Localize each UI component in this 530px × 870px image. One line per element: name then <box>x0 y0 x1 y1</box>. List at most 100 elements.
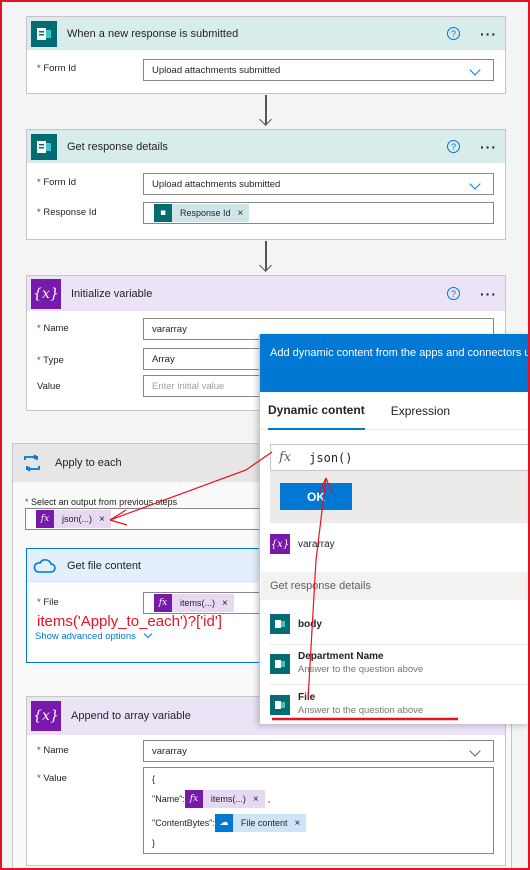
help-circle-icon[interactable]: ? <box>447 140 460 153</box>
show-advanced-link[interactable]: Show advanced options <box>35 629 152 642</box>
variable-type-value: Array <box>152 353 175 365</box>
value-placeholder: Enter initial value <box>152 380 225 392</box>
close-icon[interactable]: × <box>294 818 300 829</box>
close-icon[interactable]: × <box>253 794 259 805</box>
content-key: "ContentBytes": <box>152 818 215 828</box>
fx-icon: fx <box>184 790 203 808</box>
divider <box>270 684 530 685</box>
item-name: body <box>298 618 322 630</box>
arrow-down-icon <box>259 113 272 126</box>
form-id-dropdown[interactable]: Upload attachments submitted <box>143 59 494 81</box>
trigger-card: When a new response is submitted ? ··· *… <box>26 16 506 94</box>
forms-icon <box>31 133 57 160</box>
tab-expression[interactable]: Expression <box>391 392 450 430</box>
form-id-value: Upload attachments submitted <box>152 178 281 190</box>
forms-icon <box>270 614 290 634</box>
item-name: File <box>298 692 316 703</box>
value-label: * Value <box>37 773 67 784</box>
response-id-token[interactable]: ▪ Response Id × <box>154 204 250 222</box>
expression-input[interactable]: fx json() <box>270 444 530 471</box>
dynamic-content-panel: Add dynamic content from the apps and co… <box>259 334 530 724</box>
item-desc: Answer to the question above <box>298 705 424 716</box>
name-label: * Name <box>37 745 69 756</box>
content-line: "ContentBytes": ☁ File content × <box>152 814 485 832</box>
more-dots-icon[interactable]: ··· <box>480 286 497 302</box>
token-label: json(...) <box>62 514 93 524</box>
variable-icon: {x} <box>31 278 61 309</box>
expression-actions: OK <box>270 471 530 523</box>
item-desc: Answer to the question above <box>298 664 424 675</box>
items-token[interactable]: fx items(...) × <box>154 594 234 612</box>
form-id-value: Upload attachments submitted <box>152 64 281 76</box>
get-file-content-title: Get file content <box>67 560 141 572</box>
items-token[interactable]: fx items(...) × <box>184 790 265 808</box>
more-dots-icon[interactable]: ··· <box>480 26 497 42</box>
close-icon[interactable]: × <box>222 598 228 609</box>
trigger-title: When a new response is submitted <box>67 27 239 40</box>
trigger-header[interactable]: When a new response is submitted ? ··· <box>27 17 505 50</box>
file-label: * File <box>37 597 59 608</box>
divider <box>270 644 530 645</box>
onedrive-icon: ☁ <box>214 814 233 832</box>
form-id-label: * Form Id <box>37 177 77 188</box>
json-token[interactable]: fx json(...) × <box>36 510 111 528</box>
form-id-label: * Form Id <box>37 63 77 74</box>
panel-header: Add dynamic content from the apps and co… <box>260 334 530 392</box>
response-id-field[interactable]: ▪ Response Id × <box>143 202 494 224</box>
append-value-editor[interactable]: { "Name": fx items(...) × , "ContentByte… <box>143 767 494 854</box>
fx-icon: fx <box>154 594 172 612</box>
chevron-down-icon <box>469 178 481 190</box>
help-circle-icon[interactable]: ? <box>447 287 460 300</box>
dynamic-item-vararray[interactable]: {x} vararray <box>270 534 530 554</box>
tab-dynamic-content[interactable]: Dynamic content <box>268 392 365 430</box>
dynamic-item-body[interactable]: body <box>270 614 530 634</box>
token-label: items(...) <box>180 598 215 608</box>
name-key: "Name": <box>152 794 185 804</box>
brace-open: { <box>152 774 156 784</box>
dynamic-item-file[interactable]: File Answer to the question above <box>270 692 530 716</box>
section-get-response-details: Get response details <box>261 572 530 600</box>
panel-tabs: Dynamic content Expression <box>260 392 530 430</box>
forms-icon <box>270 654 290 674</box>
help-circle-icon[interactable]: ? <box>447 27 460 40</box>
get-details-card: Get response details ? ··· * Form Id Upl… <box>26 129 506 240</box>
get-details-header[interactable]: Get response details ? ··· <box>27 130 505 163</box>
brace-close: } <box>152 838 156 848</box>
form-id-dropdown[interactable]: Upload attachments submitted <box>143 173 494 195</box>
variable-icon: {x} <box>270 534 290 554</box>
chevron-down-icon <box>143 629 152 639</box>
value-label: Value <box>37 381 61 392</box>
select-output-field[interactable]: fx json(...) × <box>25 508 275 530</box>
file-content-token[interactable]: ☁ File content × <box>214 814 307 832</box>
more-dots-icon[interactable]: ··· <box>480 139 497 155</box>
type-label: * Type <box>37 355 64 366</box>
chevron-down-icon <box>469 64 481 76</box>
annotation-expression-text: items('Apply_to_each')?['id'] <box>37 613 222 630</box>
comma: , <box>267 794 271 804</box>
ok-button[interactable]: OK <box>280 483 352 510</box>
expression-value: json() <box>309 450 353 465</box>
chevron-down-icon <box>469 745 481 757</box>
item-name: vararray <box>298 538 335 550</box>
name-label: * Name <box>37 323 69 334</box>
loop-icon <box>19 450 45 476</box>
get-file-content-header[interactable]: Get file content <box>27 549 275 583</box>
variable-icon: {x} <box>31 701 61 731</box>
init-variable-header[interactable]: {x} Initialize variable ? ··· <box>27 276 505 311</box>
forms-icon: ▪ <box>154 204 172 222</box>
init-variable-title: Initialize variable <box>71 287 153 300</box>
dynamic-item-department[interactable]: Department Name Answer to the question a… <box>270 651 530 675</box>
close-icon[interactable]: × <box>238 208 244 219</box>
select-output-label: * Select an output from previous steps <box>25 497 178 507</box>
forms-icon <box>31 20 57 47</box>
fx-icon: fx <box>36 510 54 528</box>
get-details-title: Get response details <box>67 140 168 153</box>
arrow-down-icon <box>259 259 272 272</box>
variable-name-value: vararray <box>152 323 187 335</box>
file-field[interactable]: fx items(...) × <box>143 592 277 614</box>
close-icon[interactable]: × <box>99 514 105 525</box>
append-name-dropdown[interactable]: vararray <box>143 740 494 762</box>
response-id-label: * Response Id <box>37 207 97 218</box>
get-file-content-card: Get file content * File fx items(...) × … <box>26 548 277 663</box>
item-name: Department Name <box>298 651 384 662</box>
